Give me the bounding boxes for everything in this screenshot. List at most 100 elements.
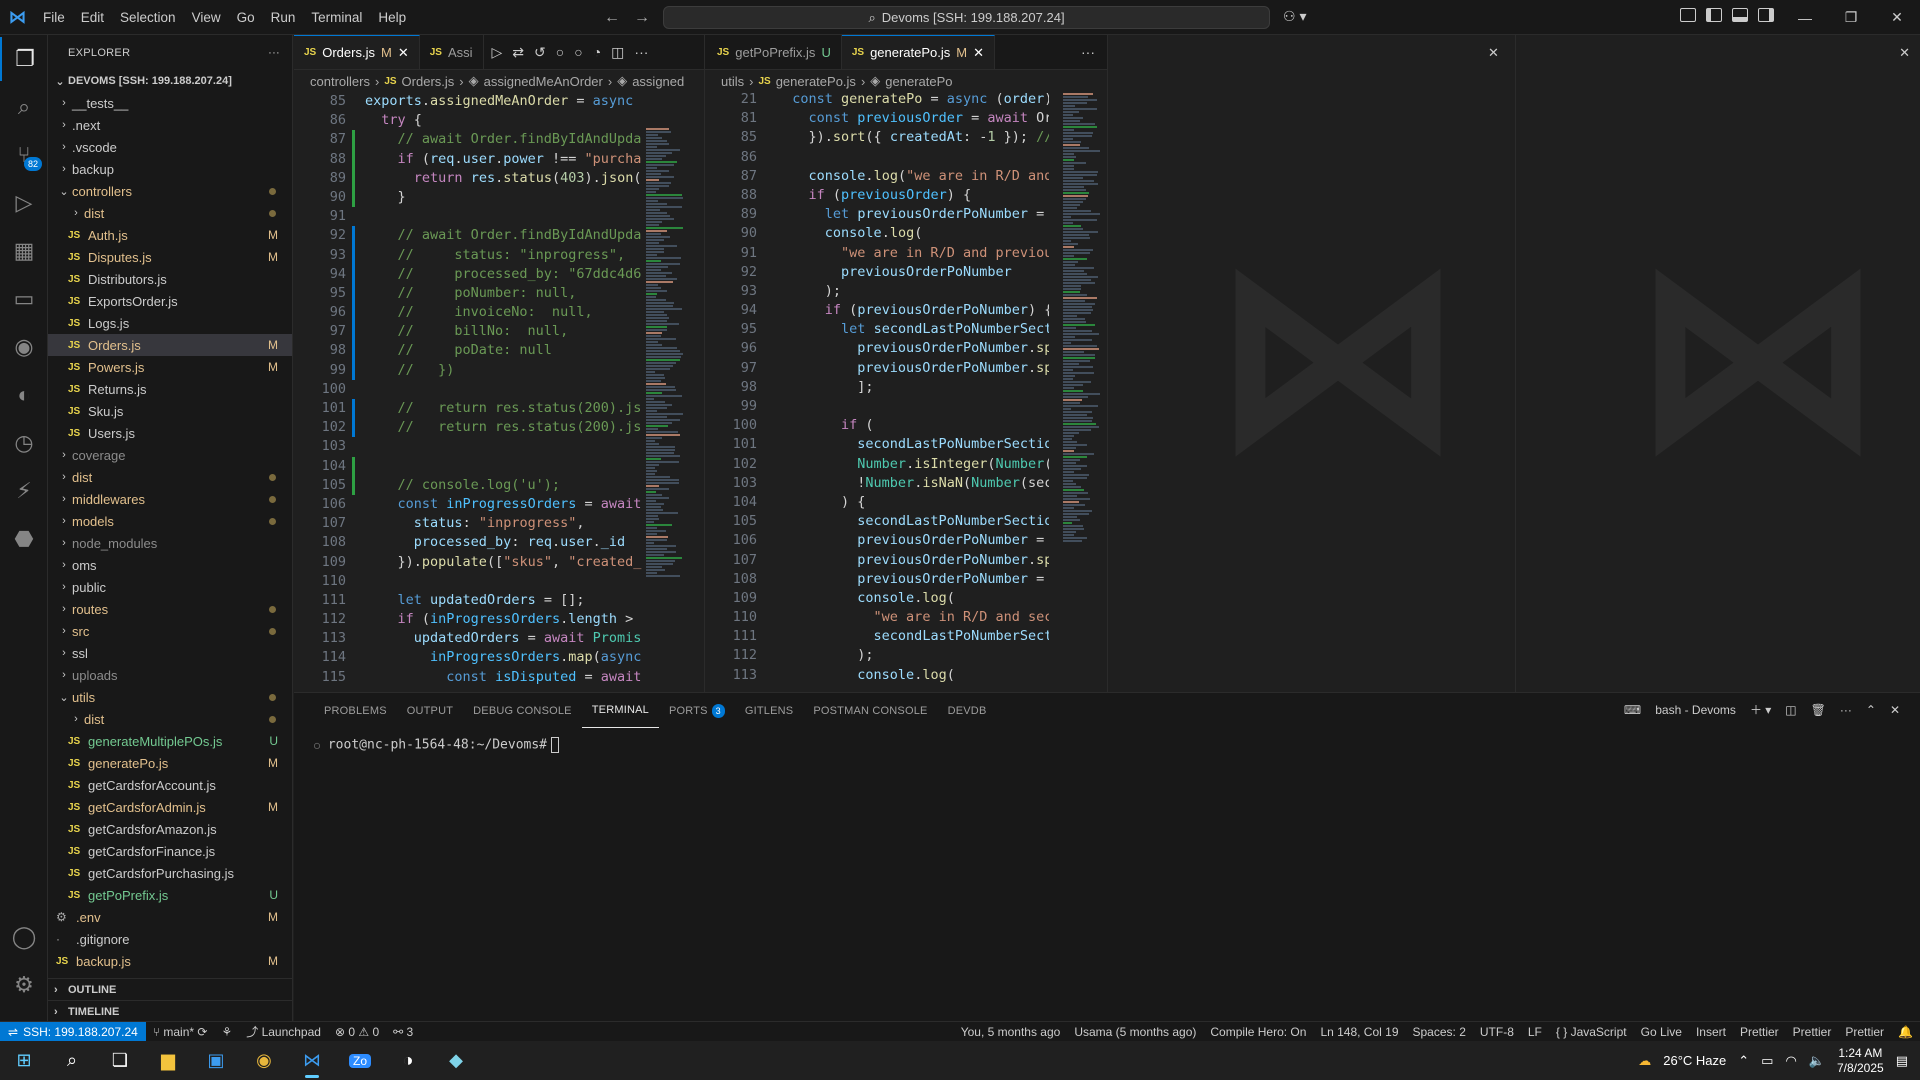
- copilot-icon[interactable]: ⚇ ▾: [1283, 8, 1306, 25]
- timeline-icon[interactable]: ◔: [593, 44, 601, 60]
- menu-item-terminal[interactable]: Terminal: [303, 0, 370, 35]
- breadcrumb-item[interactable]: assignedMeAnOrder: [484, 74, 603, 89]
- file-item[interactable]: ⚙ .env M: [48, 906, 292, 928]
- folder-item[interactable]: ⌄ utils: [48, 686, 292, 708]
- close-tab-icon[interactable]: ✕: [973, 45, 984, 61]
- chrome-icon[interactable]: ◉: [240, 1041, 288, 1080]
- notifications-icon[interactable]: 🔔: [1891, 1025, 1920, 1039]
- prev-change-icon[interactable]: ○: [556, 44, 564, 60]
- terminal-name[interactable]: bash - Devoms: [1655, 703, 1736, 717]
- status-item[interactable]: Insert: [1689, 1025, 1733, 1039]
- thunder-icon[interactable]: ⚡: [0, 469, 48, 513]
- status-item[interactable]: Usama (5 months ago): [1067, 1025, 1203, 1039]
- volume-icon[interactable]: 🔈: [1809, 1053, 1825, 1069]
- explorer-icon[interactable]: ❐: [0, 37, 48, 81]
- taskbar-search-icon[interactable]: ⌕: [48, 1041, 96, 1080]
- file-item[interactable]: JS generatePo.js M: [48, 752, 292, 774]
- maximize-panel-icon[interactable]: ⌃: [1866, 703, 1876, 717]
- file-item[interactable]: JS getCardsforPurchasing.js: [48, 862, 292, 884]
- file-item[interactable]: JS getCardsforAmazon.js: [48, 818, 292, 840]
- tab-generatepo-js[interactable]: JS generatePo.js M ✕: [841, 35, 996, 69]
- file-item[interactable]: JS getCardsforAccount.js: [48, 774, 292, 796]
- customize-layout-icon[interactable]: [1680, 8, 1696, 22]
- file-item[interactable]: JS Users.js: [48, 422, 292, 444]
- new-terminal-icon[interactable]: ＋ ▾: [1750, 701, 1771, 718]
- file-item[interactable]: JS generateMultiplePOs.js U: [48, 730, 292, 752]
- folder-item[interactable]: › __tests__: [48, 92, 292, 114]
- status-item[interactable]: Spaces: 2: [1406, 1025, 1473, 1039]
- workspace-root[interactable]: ⌄ DEVOMS [SSH: 199.188.207.24]: [48, 70, 292, 92]
- status-item[interactable]: Go Live: [1634, 1025, 1689, 1039]
- file-item[interactable]: JS Distributors.js: [48, 268, 292, 290]
- panel-tab-debug-console[interactable]: DEBUG CONSOLE: [463, 693, 582, 728]
- more-actions-icon[interactable]: ···: [268, 47, 280, 59]
- launchpad[interactable]: ⤴ Launchpad: [239, 1023, 328, 1040]
- kill-terminal-icon[interactable]: 🗑: [1811, 703, 1826, 717]
- menu-item-run[interactable]: Run: [263, 0, 304, 35]
- ports-count[interactable]: ⚯ 3: [386, 1025, 420, 1039]
- close-window-icon[interactable]: ✕: [1874, 0, 1920, 35]
- folder-item[interactable]: › backup: [48, 158, 292, 180]
- menu-item-edit[interactable]: Edit: [73, 0, 112, 35]
- problems-count[interactable]: ⊗ 0 ⚠ 0: [328, 1025, 386, 1039]
- more-icon[interactable]: ···: [1081, 44, 1095, 60]
- status-item[interactable]: Prettier: [1733, 1025, 1786, 1039]
- tab-assi[interactable]: JS Assi: [420, 35, 484, 69]
- git-branch[interactable]: ⑂ main* ⟳: [146, 1025, 215, 1039]
- folder-item[interactable]: › dist: [48, 708, 292, 730]
- panel-tab-ports[interactable]: PORTS 3: [659, 693, 735, 728]
- folder-item[interactable]: › models: [48, 510, 292, 532]
- timeline-section[interactable]: › TIMELINE: [48, 1000, 292, 1021]
- tray-overflow-icon[interactable]: ⌃: [1738, 1053, 1749, 1069]
- folder-item[interactable]: › middlewares: [48, 488, 292, 510]
- file-explorer-icon[interactable]: ▆: [144, 1041, 192, 1080]
- menu-item-file[interactable]: File: [35, 0, 73, 35]
- back-arrow-icon[interactable]: ←: [604, 9, 620, 27]
- file-item[interactable]: JS Logs.js: [48, 312, 292, 334]
- code-area[interactable]: 21 const generatePo = async (order) =>81…: [705, 90, 1049, 685]
- more-icon[interactable]: ···: [1840, 703, 1852, 717]
- file-item[interactable]: JS Returns.js: [48, 378, 292, 400]
- accounts-icon[interactable]: ◯: [0, 915, 48, 959]
- folder-item[interactable]: › .vscode: [48, 136, 292, 158]
- vscode-taskbar-icon[interactable]: ⋈: [288, 1041, 336, 1080]
- compare-icon[interactable]: ⇄: [512, 44, 524, 61]
- status-item[interactable]: Compile Hero: On: [1203, 1025, 1313, 1039]
- minimap[interactable]: [1059, 92, 1101, 657]
- toggle-panel-icon[interactable]: [1732, 8, 1748, 22]
- panel-tab-postman-console[interactable]: POSTMAN CONSOLE: [803, 693, 937, 728]
- wifi-icon[interactable]: ◠: [1785, 1053, 1796, 1069]
- status-item[interactable]: Prettier: [1838, 1025, 1891, 1039]
- command-center-search[interactable]: ⌕ Devoms [SSH: 199.188.207.24]: [663, 6, 1270, 29]
- menu-item-selection[interactable]: Selection: [112, 0, 184, 35]
- status-item[interactable]: You, 5 months ago: [954, 1025, 1068, 1039]
- folder-item[interactable]: › uploads: [48, 664, 292, 686]
- status-item[interactable]: { } JavaScript: [1549, 1025, 1634, 1039]
- file-item[interactable]: JS Orders.js M: [48, 334, 292, 356]
- menu-item-help[interactable]: Help: [370, 0, 414, 35]
- breadcrumb-item[interactable]: Orders.js: [402, 74, 455, 89]
- panel-tab-gitlens[interactable]: GITLENS: [735, 693, 803, 728]
- close-group-icon[interactable]: ✕: [1488, 45, 1499, 61]
- store-icon[interactable]: ▣: [192, 1041, 240, 1080]
- windows-start-icon[interactable]: ⊞: [0, 1041, 48, 1080]
- python-icon[interactable]: ⬣: [0, 517, 48, 561]
- panel-tab-output[interactable]: OUTPUT: [397, 693, 463, 728]
- restore-icon[interactable]: ❐: [1828, 0, 1874, 35]
- folder-item[interactable]: › .next: [48, 114, 292, 136]
- weather-label[interactable]: 26°C Haze: [1663, 1053, 1726, 1068]
- tab-getpoprefix-js[interactable]: JS getPoPrefix.js U: [705, 35, 842, 69]
- file-item[interactable]: · .gitignore: [48, 928, 292, 950]
- folder-item[interactable]: › dist: [48, 466, 292, 488]
- terminal-output[interactable]: ○ root@nc-ph-1564-48:~/Devoms#: [294, 728, 1920, 762]
- file-item[interactable]: JS getCardsforAdmin.js M: [48, 796, 292, 818]
- minimize-icon[interactable]: —: [1782, 0, 1828, 35]
- app-icon[interactable]: ◆: [432, 1041, 480, 1080]
- folder-item[interactable]: › routes: [48, 598, 292, 620]
- timeline-icon[interactable]: ◷: [0, 421, 48, 465]
- remote-indicator[interactable]: ⇌ SSH: 199.188.207.24: [0, 1021, 146, 1042]
- toggle-primary-sidebar-icon[interactable]: [1706, 8, 1722, 22]
- more-icon[interactable]: ···: [634, 44, 648, 60]
- panel-tab-problems[interactable]: PROBLEMS: [314, 693, 397, 728]
- close-group-icon[interactable]: ✕: [1899, 45, 1910, 61]
